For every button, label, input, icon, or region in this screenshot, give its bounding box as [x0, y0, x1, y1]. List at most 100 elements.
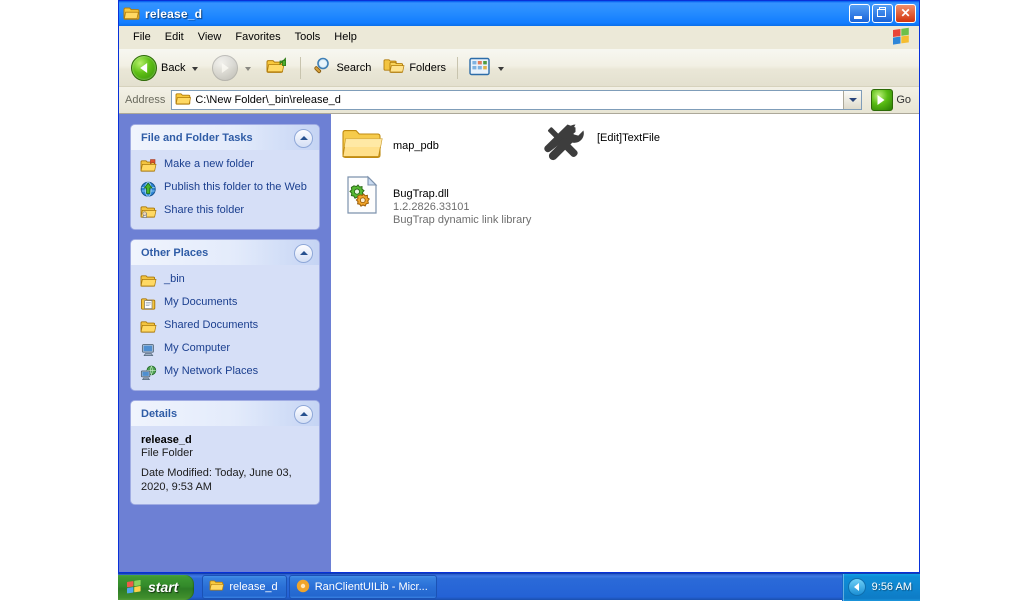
system-tray: 9:56 AM	[841, 573, 920, 601]
taskbar: start release_d RanClientUILib - Micr...	[118, 573, 920, 601]
folder-icon	[209, 579, 225, 595]
task-label: Make a new folder	[164, 158, 254, 170]
menu-favorites[interactable]: Favorites	[228, 28, 287, 46]
minimize-button[interactable]	[849, 4, 870, 23]
restore-button[interactable]	[872, 4, 893, 23]
forward-button[interactable]	[206, 53, 259, 83]
file-version: 1.2.2826.33101	[393, 201, 470, 213]
clock[interactable]: 9:56 AM	[872, 581, 912, 593]
details-date-modified: Date Modified: Today, June 03, 2020, 9:5…	[141, 467, 292, 493]
up-button[interactable]	[259, 53, 295, 83]
views-button[interactable]	[463, 53, 512, 83]
window-title: release_d	[145, 6, 203, 21]
dll-gears-icon	[341, 174, 383, 219]
place-label: My Documents	[164, 296, 238, 308]
start-button[interactable]: start	[118, 574, 195, 600]
place-label: _bin	[164, 273, 185, 285]
folders-button[interactable]: Folders	[377, 53, 452, 83]
file-description: BugTrap dynamic link library	[393, 214, 532, 226]
place-shared-documents[interactable]: Shared Documents	[140, 318, 310, 335]
address-bar: Address C:\New Folder\_bin\release_d Go	[119, 87, 919, 114]
task-buttons: release_d RanClientUILib - Micr...	[202, 575, 437, 599]
address-dropdown-button[interactable]	[843, 91, 862, 109]
address-input[interactable]: C:\New Folder\_bin\release_d	[171, 90, 863, 110]
go-arrow-icon	[871, 89, 894, 111]
panel-details: Details release_d File Folder Date Modif…	[131, 401, 319, 504]
go-button[interactable]: Go	[867, 89, 915, 111]
file-item-bugtrap-dll[interactable]: BugTrap.dll 1.2.2826.33101 BugTrap dynam…	[341, 174, 531, 227]
details-item-type: File Folder	[141, 447, 193, 459]
file-item-edit-textfile[interactable]: [Edit]TextFile	[539, 118, 660, 169]
forward-dropdown-caret-icon	[245, 67, 252, 71]
window-body: File and Folder Tasks Make a new folder	[119, 114, 919, 572]
folder-icon	[123, 6, 140, 21]
menu-tools[interactable]: Tools	[288, 28, 328, 46]
panel-header[interactable]: File and Folder Tasks	[131, 125, 319, 150]
taskbar-item-ranclientuilib[interactable]: RanClientUILib - Micr...	[288, 575, 437, 599]
file-text-block: [Edit]TextFile	[597, 118, 660, 145]
menu-file[interactable]: File	[126, 28, 158, 46]
panel-title: Details	[141, 407, 178, 420]
menu-edit[interactable]: Edit	[158, 28, 191, 46]
folder-icon	[175, 92, 192, 109]
taskbar-item-release-d[interactable]: release_d	[202, 575, 287, 599]
address-value: C:\New Folder\_bin\release_d	[195, 94, 341, 106]
place-my-documents[interactable]: My Documents	[140, 295, 310, 312]
place-label: My Computer	[164, 342, 231, 354]
task-publish-this-folder-to-the-web[interactable]: Publish this folder to the Web	[140, 180, 310, 197]
shared-documents-icon	[140, 319, 157, 335]
folder-icon	[341, 126, 383, 165]
menu-bar: File Edit View Favorites Tools Help	[119, 26, 919, 49]
chevron-up-icon[interactable]	[294, 244, 313, 263]
menu-help[interactable]: Help	[327, 28, 364, 46]
task-label: Publish this folder to the Web	[164, 181, 307, 193]
new-folder-icon	[140, 158, 157, 174]
views-grid-icon	[469, 57, 491, 79]
back-dropdown-caret-icon[interactable]	[192, 67, 199, 71]
toolbar-separator-2	[457, 56, 459, 79]
file-text-block: BugTrap.dll 1.2.2826.33101 BugTrap dynam…	[393, 174, 531, 227]
place-my-computer[interactable]: My Computer	[140, 341, 310, 358]
file-text-block: map_pdb	[393, 126, 439, 153]
show-hidden-icons-button[interactable]	[847, 578, 866, 596]
publish-web-icon	[140, 181, 157, 197]
taskbar-item-label: RanClientUILib - Micr...	[314, 581, 428, 593]
folders-label: Folders	[409, 61, 447, 74]
file-list-pane[interactable]: map_pdb BugTrap.dll 1.2.2826.33101 BugTr…	[331, 114, 919, 572]
panel-header[interactable]: Details	[131, 401, 319, 426]
windows-flag-icon	[890, 27, 914, 47]
back-label: Back	[161, 61, 186, 74]
chevron-up-icon[interactable]	[294, 405, 313, 424]
panel-title: Other Places	[141, 246, 209, 259]
place-my-network-places[interactable]: My Network Places	[140, 364, 310, 381]
toolbar-separator	[300, 56, 302, 79]
panel-body: Make a new folder Publish this folder to…	[131, 150, 319, 229]
address-label: Address	[125, 94, 166, 106]
search-button[interactable]: Search	[306, 53, 377, 83]
chevron-up-icon[interactable]	[294, 129, 313, 148]
window-controls	[849, 4, 916, 23]
share-folder-icon	[140, 204, 157, 220]
place-label: Shared Documents	[164, 319, 259, 331]
my-documents-icon	[140, 296, 157, 312]
start-label: start	[148, 579, 179, 595]
panel-header[interactable]: Other Places	[131, 240, 319, 265]
place-bin[interactable]: _bin	[140, 272, 310, 289]
folders-icon	[383, 56, 405, 79]
task-make-a-new-folder[interactable]: Make a new folder	[140, 157, 310, 174]
visual-studio-icon	[296, 579, 310, 596]
views-dropdown-caret-icon[interactable]	[498, 67, 505, 71]
explorer-window: release_d File Edit View Favorites Tools…	[118, 0, 920, 573]
close-button[interactable]	[895, 4, 916, 23]
tools-wrench-screwdriver-icon	[539, 118, 587, 169]
search-icon	[312, 56, 332, 79]
back-button[interactable]: Back	[125, 53, 206, 83]
taskbar-item-label: release_d	[229, 581, 278, 593]
menu-view[interactable]: View	[191, 28, 229, 46]
file-item-map-pdb[interactable]: map_pdb	[341, 126, 439, 165]
file-name: [Edit]TextFile	[597, 132, 660, 144]
back-arrow-icon	[131, 54, 157, 81]
details-body: release_d File Folder Date Modified: Tod…	[131, 426, 319, 504]
panel-other-places: Other Places _bin My Documents Shared Do…	[131, 240, 319, 390]
task-share-this-folder[interactable]: Share this folder	[140, 203, 310, 220]
